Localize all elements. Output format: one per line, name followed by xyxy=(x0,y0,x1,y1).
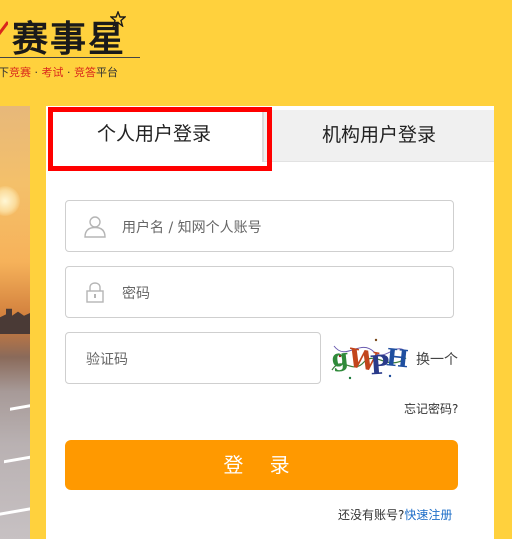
forgot-password-link[interactable]: 忘记密码? xyxy=(404,400,458,417)
slogan-prefix: 下 xyxy=(0,66,9,79)
captcha-image[interactable]: g W P H xyxy=(330,332,408,384)
slogan-separator: · xyxy=(34,66,39,79)
logo-divider xyxy=(0,57,140,58)
quick-register-link[interactable]: 快速注册 xyxy=(404,508,452,522)
no-account-text: 还没有账号? xyxy=(338,508,405,522)
register-prompt: 还没有账号?快速注册 xyxy=(338,506,452,523)
star-icon xyxy=(110,11,126,27)
svg-text:H: H xyxy=(385,342,408,373)
slogan-item-quiz: 竞答 xyxy=(74,66,96,79)
site-slogan: 下竞赛 · 考试 · 竞答平台 xyxy=(0,64,118,80)
slogan-separator: · xyxy=(67,66,71,79)
slogan-item-exam: 考试 xyxy=(41,66,64,79)
track-stripe xyxy=(10,404,30,411)
password-placeholder: 密码 xyxy=(122,286,150,302)
slogan-suffix: 平台 xyxy=(96,66,118,79)
highlight-box xyxy=(48,107,272,171)
site-logo[interactable]: 赛事星 xyxy=(12,10,126,62)
captcha-field[interactable]: 验证码 xyxy=(65,332,321,384)
tab-organization-login[interactable]: 机构用户登录 xyxy=(264,110,494,162)
username-placeholder: 用户名 / 知网个人账号 xyxy=(122,220,262,236)
lock-icon xyxy=(86,282,104,303)
captcha-placeholder: 验证码 xyxy=(86,352,128,368)
logo-check-icon xyxy=(0,21,8,36)
username-field[interactable]: 用户名 / 知网个人账号 xyxy=(65,200,454,252)
slogan-item-competition: 竞赛 xyxy=(9,66,31,79)
track-stripe xyxy=(0,507,30,516)
user-icon xyxy=(84,216,106,238)
change-captcha-link[interactable]: 换一个 xyxy=(416,349,458,369)
track-stripe xyxy=(4,455,30,464)
password-field[interactable]: 密码 xyxy=(65,266,454,318)
site-header: 赛事星 下竞赛 · 考试 · 竞答平台 xyxy=(0,0,512,106)
city-silhouette xyxy=(0,308,30,334)
sun-glow xyxy=(0,186,20,216)
login-button[interactable]: 登 录 xyxy=(65,440,458,490)
background-photo xyxy=(0,106,30,539)
